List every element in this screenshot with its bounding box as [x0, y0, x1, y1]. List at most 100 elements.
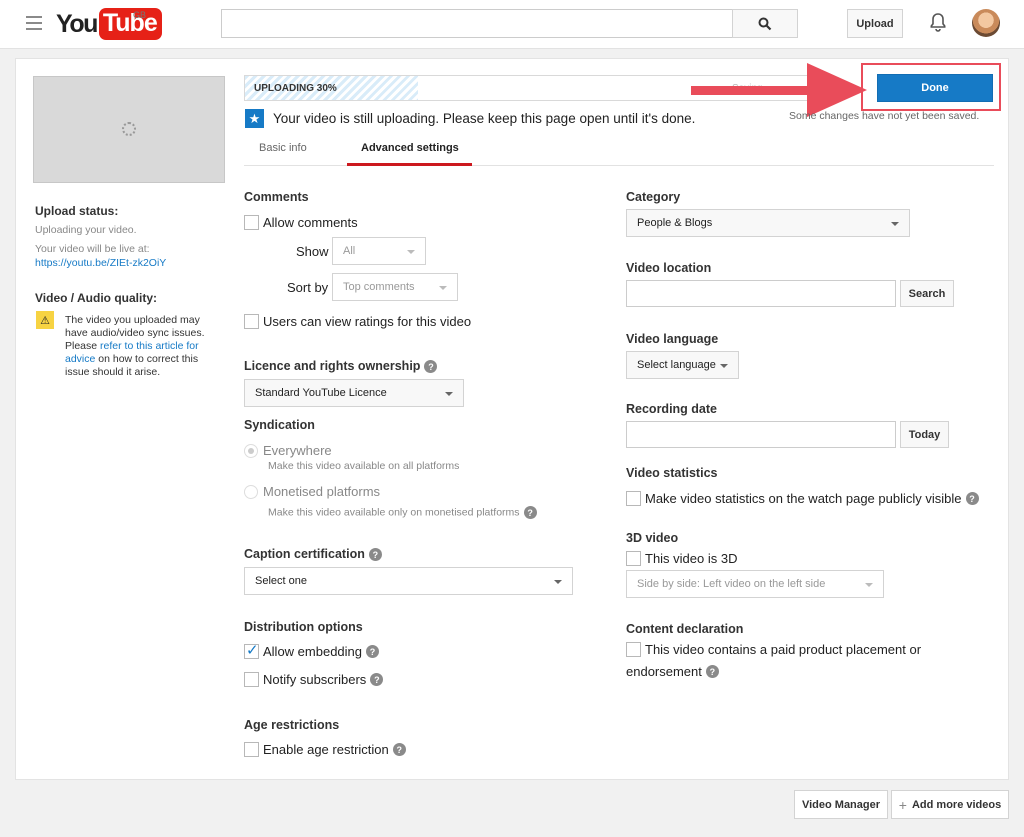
3d-mode-select[interactable]: Side by side: Left video on the left sid…: [626, 570, 884, 598]
content-label-line1: This video contains a paid product place…: [645, 642, 922, 657]
search-icon: [758, 17, 772, 30]
recording-heading: Recording date: [626, 402, 717, 416]
content-label-line2: endorsement: [626, 664, 702, 679]
chevron-down-icon: [554, 580, 562, 584]
help-icon[interactable]: ?: [965, 492, 979, 505]
recording-date-input[interactable]: [626, 421, 896, 448]
caption-select[interactable]: Select one: [244, 567, 573, 595]
allow-comments-checkbox[interactable]: [244, 215, 259, 230]
plus-icon: +: [898, 796, 907, 813]
chevron-down-icon: [720, 364, 728, 368]
today-button[interactable]: Today: [900, 421, 949, 448]
avatar[interactable]: [972, 9, 1000, 37]
chevron-down-icon: [439, 286, 447, 290]
caption-heading-text: Caption certification: [244, 547, 365, 561]
quality-heading: Video / Audio quality:: [35, 291, 158, 305]
help-icon[interactable]: ?: [523, 506, 537, 519]
video-url-link[interactable]: https://youtu.be/ZIEt-zk2OiY: [35, 257, 166, 269]
age-label: Enable age restriction: [263, 742, 389, 757]
search-button[interactable]: [732, 9, 798, 38]
active-tab-indicator: [347, 163, 472, 166]
age-heading: Age restrictions: [244, 718, 340, 732]
upload-panel: Upload status: Uploading your video. You…: [15, 58, 1009, 780]
sort-by-label: Sort by: [287, 280, 329, 295]
caption-value: Select one: [255, 575, 307, 587]
language-select[interactable]: Select language: [626, 351, 739, 379]
age-row[interactable]: Enable age restriction?: [244, 742, 406, 757]
sort-comments-select[interactable]: Top comments: [332, 273, 458, 301]
search-input[interactable]: [221, 9, 733, 38]
category-select[interactable]: People & Blogs: [626, 209, 910, 237]
allow-comments-row[interactable]: Allow comments: [244, 215, 358, 230]
content-checkbox[interactable]: [626, 642, 641, 657]
upload-status-text: Uploading your video.: [35, 224, 137, 236]
video-thumbnail: [33, 76, 225, 183]
help-icon[interactable]: ?: [424, 360, 438, 374]
radio-everywhere[interactable]: [244, 443, 258, 458]
embedding-row[interactable]: Allow embedding?: [244, 641, 380, 659]
syndication-everywhere-option[interactable]: Everywhere: [244, 443, 332, 458]
statistics-checkbox[interactable]: [626, 491, 641, 506]
statistics-heading: Video statistics: [626, 466, 718, 480]
show-label: Show: [296, 244, 329, 259]
chevron-down-icon: [407, 250, 415, 254]
3d-checkbox[interactable]: [626, 551, 641, 566]
ratings-label: Users can view ratings for this video: [263, 314, 472, 329]
language-heading: Video language: [626, 332, 719, 346]
location-input[interactable]: [626, 280, 896, 307]
3d-row[interactable]: This video is 3D: [626, 551, 737, 566]
category-heading: Category: [626, 190, 681, 204]
video-manager-button[interactable]: Video Manager: [794, 790, 888, 819]
3d-heading: 3D video: [626, 531, 679, 545]
licence-value: Standard YouTube Licence: [255, 387, 387, 399]
statistics-label: Make video statistics on the watch page …: [645, 491, 962, 506]
top-bar: You Tube GB Upload: [0, 0, 1024, 49]
notify-row[interactable]: Notify subscribers?: [244, 672, 384, 687]
content-row[interactable]: This video contains a paid product place…: [626, 642, 921, 657]
category-value: People & Blogs: [637, 217, 713, 229]
location-search-button[interactable]: Search: [900, 280, 954, 307]
notify-checkbox[interactable]: [244, 672, 259, 687]
monetised-description: Make this video available only on moneti…: [268, 506, 537, 519]
logo-tube-text: Tube: [98, 8, 162, 40]
loading-spinner-icon: [122, 122, 136, 136]
content-row-line2: endorsement?: [626, 664, 719, 679]
unsaved-notice: Some changes have not yet been saved.: [789, 110, 980, 122]
show-comments-select[interactable]: All: [332, 237, 426, 265]
add-more-videos-button[interactable]: + Add more videos: [891, 790, 1009, 819]
progress-label: UPLOADING 30%: [254, 83, 337, 94]
radio-monetised[interactable]: [244, 484, 258, 499]
tab-advanced-settings[interactable]: Advanced settings: [361, 142, 459, 154]
statistics-row[interactable]: Make video statistics on the watch page …: [626, 491, 979, 506]
caption-heading: Caption certification?: [244, 547, 382, 562]
live-at-text: Your video will be live at:: [35, 243, 150, 255]
syndication-monetised-option[interactable]: Monetised platforms: [244, 484, 380, 499]
ratings-checkbox[interactable]: [244, 314, 259, 329]
help-icon[interactable]: ?: [705, 665, 719, 678]
sort-comments-value: Top comments: [343, 281, 415, 293]
chevron-down-icon: [865, 583, 873, 587]
syndication-heading: Syndication: [244, 418, 315, 432]
tab-basic-info[interactable]: Basic info: [259, 142, 307, 154]
embedding-checkbox[interactable]: [244, 641, 259, 659]
everywhere-description: Make this video available on all platfor…: [268, 460, 460, 472]
help-icon[interactable]: ?: [366, 645, 380, 658]
bell-icon[interactable]: [926, 11, 950, 35]
embedding-label: Allow embedding: [263, 644, 363, 659]
still-uploading-message: Your video is still uploading. Please ke…: [273, 111, 696, 126]
warning-icon: ⚠: [36, 311, 54, 329]
region-label: GB: [133, 10, 147, 20]
help-icon[interactable]: ?: [392, 743, 406, 756]
notify-label: Notify subscribers: [263, 672, 367, 687]
upload-status-heading: Upload status:: [35, 204, 119, 218]
upload-button[interactable]: Upload: [847, 9, 903, 38]
done-button[interactable]: Done: [877, 74, 993, 102]
chevron-down-icon: [445, 392, 453, 396]
licence-select[interactable]: Standard YouTube Licence: [244, 379, 464, 407]
monetised-label: Monetised platforms: [263, 484, 381, 499]
help-icon[interactable]: ?: [368, 548, 382, 562]
help-icon[interactable]: ?: [370, 673, 384, 686]
ratings-row[interactable]: Users can view ratings for this video: [244, 314, 471, 329]
age-checkbox[interactable]: [244, 742, 259, 757]
menu-icon[interactable]: [26, 16, 42, 30]
